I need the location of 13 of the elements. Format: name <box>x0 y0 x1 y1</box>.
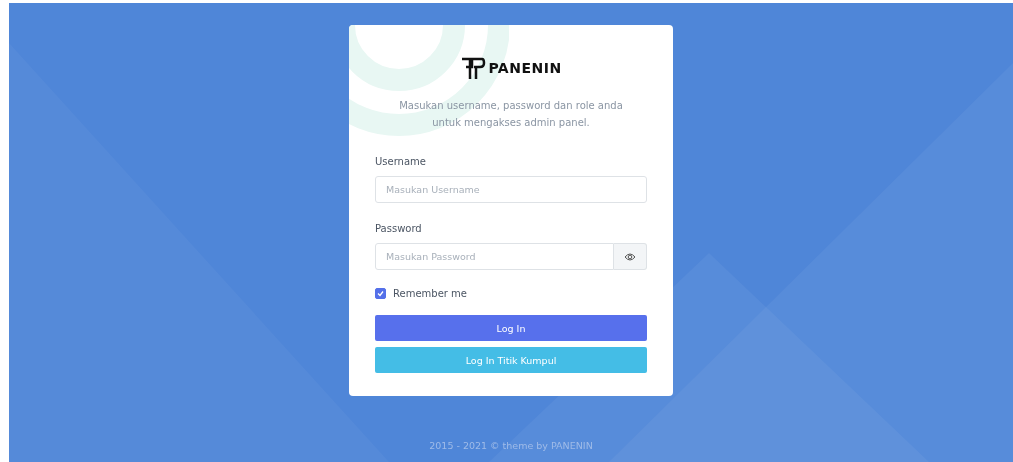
field-label: Username <box>375 156 427 167</box>
logo-icon <box>460 55 487 81</box>
remember-checkbox[interactable] <box>375 288 386 299</box>
remember-label[interactable]: Remember me <box>393 288 467 299</box>
login-button[interactable]: Log In Titik Kumpul <box>375 347 647 373</box>
field-label: Password <box>375 223 423 234</box>
footer-text: 2015 - 2021 © theme by PANENIN <box>429 440 593 451</box>
login-button[interactable]: Log In <box>375 315 647 341</box>
password-field[interactable]: Masukan Password <box>375 243 614 270</box>
logo-text: PANENIN <box>488 60 562 76</box>
username-field[interactable]: Masukan Username <box>375 176 647 203</box>
intro-text: Masukan username, password dan role anda untuk mengakses admin panel. <box>398 99 624 130</box>
eye-icon[interactable] <box>614 243 647 270</box>
